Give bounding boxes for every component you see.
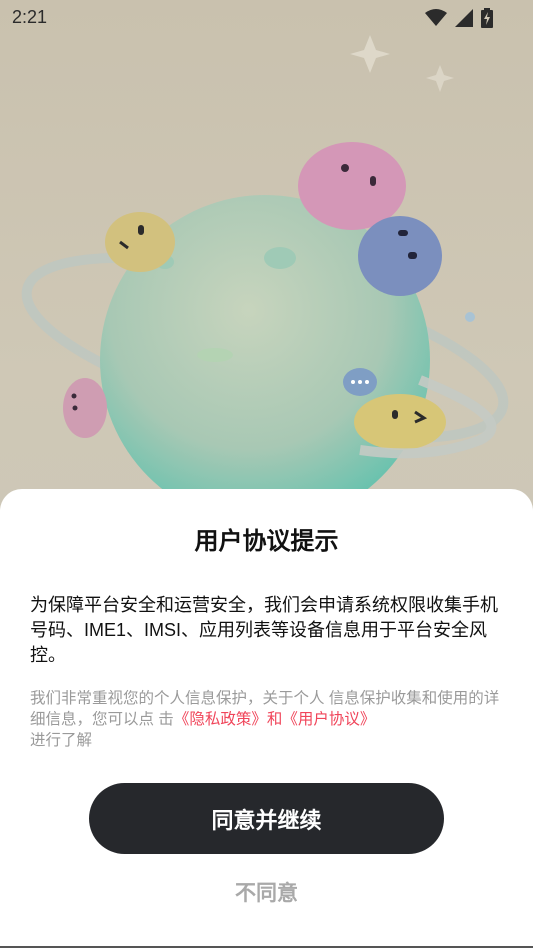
user-agreement-dialog: 用户协议提示 为保障平台安全和运营安全，我们会申请系统权限收集手机号码、IME1… <box>0 489 533 948</box>
status-time: 2:21 <box>12 7 48 27</box>
privacy-policy-link[interactable]: 《隐私政策》和《用户协议》 <box>174 711 376 728</box>
privacy-note-suffix: 进行了解 <box>30 732 93 749</box>
wifi-icon <box>425 9 447 26</box>
dialog-body-text: 为保障平台安全和运营安全，我们会申请系统权限收集手机号码、IME1、IMSI、应… <box>30 595 498 665</box>
planet-mascots-illustration <box>21 35 509 525</box>
dialog-title: 用户协议提示 <box>194 528 339 555</box>
battery-charging-icon <box>481 8 493 28</box>
agree-continue-button[interactable]: 同意并继续 <box>89 783 444 854</box>
disagree-button[interactable]: 不同意 <box>0 877 533 907</box>
cellular-signal-icon <box>455 9 473 27</box>
status-icons <box>425 8 493 28</box>
privacy-note: 我们非常重视您的个人信息保护，关于个人 信息保护收集和使用的详细信息，您可以点 … <box>30 688 505 751</box>
